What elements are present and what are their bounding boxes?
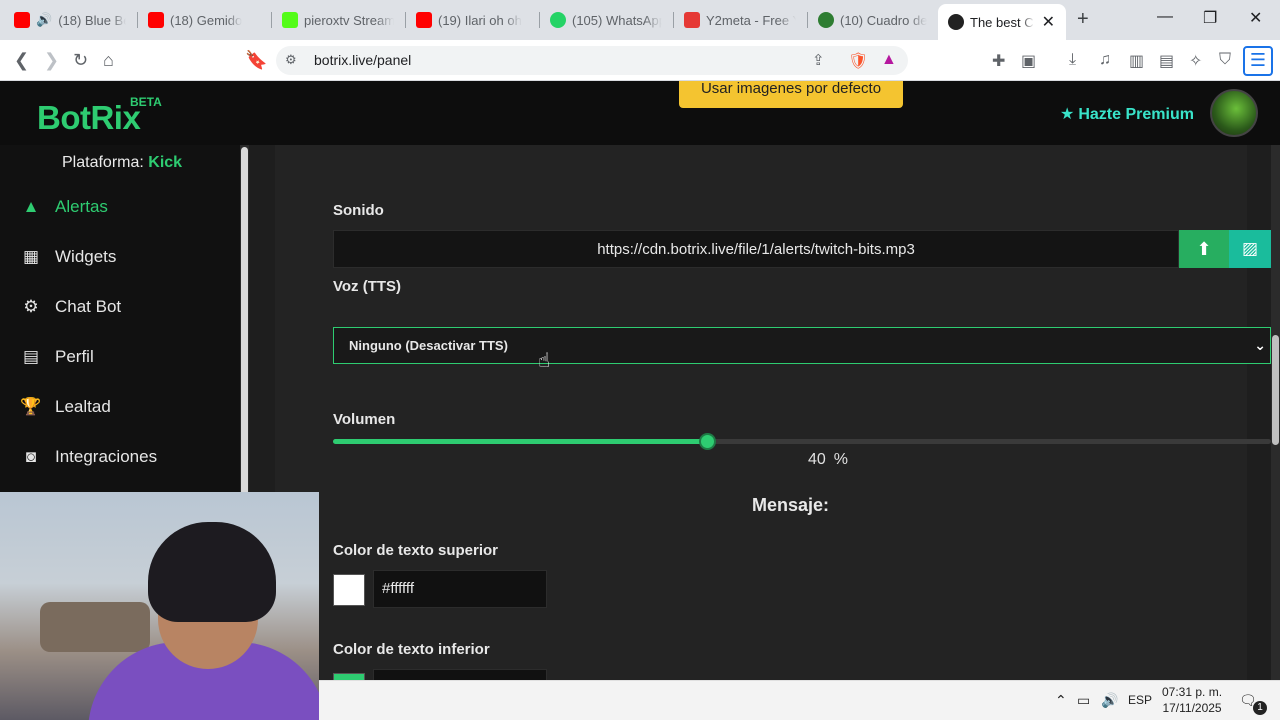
volume-readout: 40%: [808, 451, 848, 469]
browser-tab[interactable]: (10) Cuadro de: [808, 0, 938, 40]
home-icon[interactable]: ⌂: [103, 50, 114, 71]
tab-title: (18) Gemido: [170, 12, 243, 28]
sound-gallery-button[interactable]: ▨: [1229, 230, 1271, 268]
hand-cursor-icon: ☝: [538, 350, 551, 372]
volume-unit: %: [833, 451, 849, 468]
browser-tab-active[interactable]: The best C ✕: [938, 4, 1066, 40]
share-icon[interactable]: ⇪: [812, 51, 825, 69]
browser-tab[interactable]: (19) Ilari oh oh: [406, 0, 538, 40]
person-hair: [148, 522, 276, 622]
volume-value: 40: [808, 451, 826, 468]
top-text-color-swatch[interactable]: [333, 574, 365, 606]
brave-shield-icon[interactable]: 🛡: [848, 51, 868, 71]
volume-slider-fill: [333, 439, 708, 444]
tab-title: Y2meta - Free Y: [706, 12, 796, 28]
youtube-icon: [148, 12, 164, 28]
url-text[interactable]: botrix.live/panel: [314, 52, 411, 68]
back-icon[interactable]: ❮: [14, 50, 29, 71]
botrix-icon: [948, 14, 964, 30]
taskbar-clock[interactable]: 07:31 p. m. 17/11/2025: [1162, 684, 1222, 716]
tab-title: pieroxtv Stream: [304, 12, 394, 28]
tab-title: (18) Blue Be: [58, 12, 126, 28]
browser-tab[interactable]: 🔊 (18) Blue Be: [4, 0, 136, 40]
forward-icon[interactable]: ❯: [44, 50, 59, 71]
volume-label: Volumen: [333, 411, 396, 428]
bookmark-icon[interactable]: 🔖: [245, 50, 267, 71]
top-text-color-label: Color de texto superior: [333, 542, 499, 559]
network-icon[interactable]: ▭: [1077, 692, 1090, 709]
close-icon[interactable]: ✕: [1042, 12, 1055, 32]
bottom-text-color-label: Color de texto inferior: [333, 641, 490, 658]
message-heading: Mensaje:: [752, 495, 830, 515]
site-info-icon[interactable]: ⚙: [285, 52, 297, 68]
top-text-color-input[interactable]: #ffffff: [373, 570, 547, 608]
tts-selected-value: Ninguno (Desactivar TTS): [349, 338, 508, 353]
tab-search-icon[interactable]: ▣: [1021, 51, 1036, 71]
notification-badge: 1: [1253, 701, 1267, 715]
gallery-icon: ▨: [1241, 239, 1259, 258]
sound-label: Sonido: [333, 202, 384, 219]
extensions-icon[interactable]: ✚: [992, 51, 1005, 71]
language-indicator[interactable]: ESP: [1128, 693, 1152, 707]
downloads-icon[interactable]: ⤓: [1069, 51, 1076, 69]
webcam-overlay: [0, 492, 319, 720]
kick-icon: [282, 12, 298, 28]
address-bar[interactable]: ⚙ botrix.live/panel ⇪: [276, 46, 908, 75]
chevron-down-icon: ⌄: [1254, 337, 1266, 353]
bot-icon: [818, 12, 834, 28]
reload-icon[interactable]: ↻: [73, 50, 88, 71]
background-bed: [40, 602, 150, 652]
bottom-text-color-input[interactable]: [373, 669, 547, 680]
browser-tab[interactable]: Y2meta - Free Y: [674, 0, 806, 40]
tab-title: The best C: [970, 14, 1034, 30]
chevron-up-icon[interactable]: ⌃: [1055, 692, 1067, 709]
bottom-text-color-swatch[interactable]: [333, 673, 365, 680]
browser-tab[interactable]: pieroxtv Stream: [272, 0, 404, 40]
whatsapp-icon: [550, 12, 566, 28]
rewards-icon[interactable]: ▲: [881, 51, 897, 69]
restore-icon[interactable]: ❐: [1203, 8, 1217, 28]
menu-icon[interactable]: ☰: [1243, 46, 1273, 76]
tab-title: (10) Cuadro de: [840, 12, 928, 28]
browser-tab[interactable]: (18) Gemido: [138, 0, 270, 40]
close-window-icon[interactable]: ✕: [1249, 8, 1262, 28]
browser-toolbar: ❮ ❯ ↻ ⌂ 🔖 ⚙ botrix.live/panel ⇪ 🛡 ▲ ✚ ▣ …: [0, 40, 1280, 81]
volume-slider[interactable]: [333, 433, 1271, 450]
sidebar-icon[interactable]: ▥: [1129, 51, 1144, 71]
browser-tab[interactable]: (105) WhatsApp: [540, 0, 672, 40]
wallet-icon[interactable]: ▤: [1159, 51, 1174, 71]
volume-slider-thumb[interactable]: [699, 433, 716, 450]
speaker-icon[interactable]: 🔊: [36, 12, 52, 28]
new-tab-button[interactable]: +: [1077, 8, 1089, 31]
minimize-icon[interactable]: —: [1157, 8, 1173, 26]
media-icon[interactable]: ♫: [1099, 51, 1111, 69]
tab-title: (19) Ilari oh oh: [438, 12, 522, 28]
tab-title: (105) WhatsApp: [572, 12, 662, 28]
browser-tab-strip: 🔊 (18) Blue Be (18) Gemido pieroxtv Stre…: [0, 0, 1280, 40]
clock-date: 17/11/2025: [1162, 701, 1222, 715]
download-icon: [684, 12, 700, 28]
upload-sound-button[interactable]: ⬆: [1179, 230, 1229, 268]
tts-label: Voz (TTS): [333, 278, 402, 295]
vpn-icon[interactable]: ⛉: [1219, 51, 1231, 69]
youtube-icon: [416, 12, 432, 28]
windows-taskbar: ⌃ ▭ 🔊 ESP 07:31 p. m. 17/11/2025 🗨 1: [319, 680, 1280, 720]
clock-time: 07:31 p. m.: [1162, 685, 1223, 699]
tts-voice-select[interactable]: Ninguno (Desactivar TTS) ⌄: [333, 327, 1271, 364]
volume-icon[interactable]: 🔊: [1101, 692, 1118, 709]
default-images-button[interactable]: Usar imagenes por defecto: [679, 81, 903, 108]
leo-ai-icon[interactable]: ✧: [1189, 51, 1202, 71]
youtube-icon: [14, 12, 30, 28]
sound-url-field[interactable]: https://cdn.botrix.live/file/1/alerts/tw…: [333, 230, 1179, 268]
upload-icon: ⬆: [1196, 239, 1212, 259]
